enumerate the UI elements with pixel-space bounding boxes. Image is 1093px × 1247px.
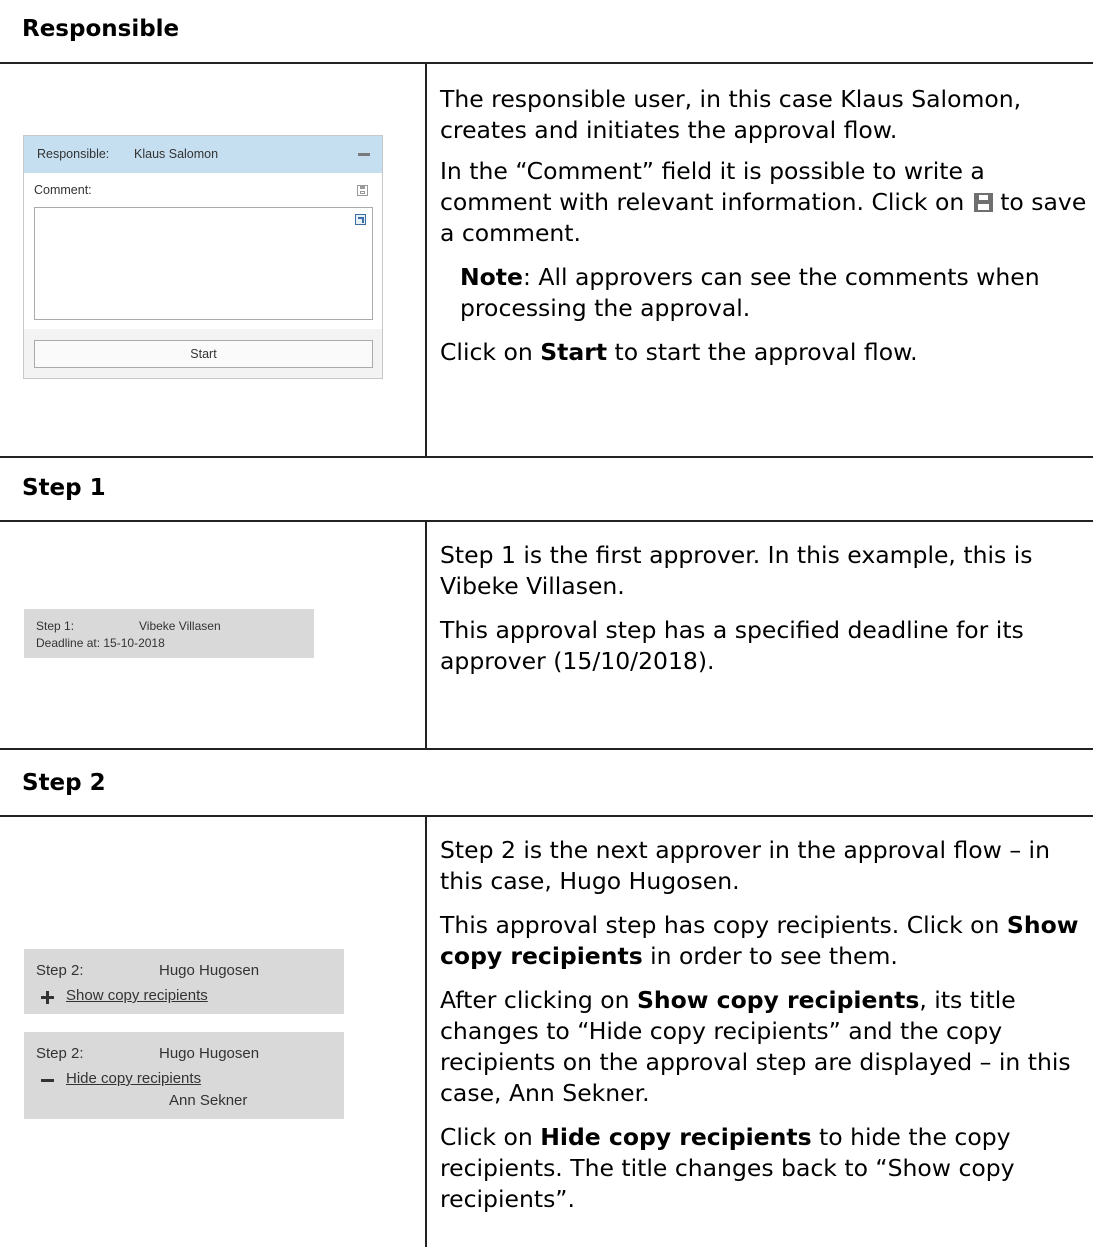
copy-recipient: Ann Sekner (169, 1092, 248, 1109)
text: In the “Comment” field it is possible to… (440, 157, 985, 216)
save-icon[interactable] (357, 185, 368, 196)
step1-desc-p2: This approval step has a specified deadl… (440, 616, 1024, 675)
text: This approval step has copy recipients. … (440, 911, 1007, 939)
step2-desc-p2: This approval step has copy recipients. … (440, 910, 1088, 972)
bold-text: Show copy recipients (636, 986, 920, 1014)
save-icon (973, 193, 993, 212)
step2-panel-expanded: Step 2: Hugo Hugosen Hide copy recipient… (24, 1032, 344, 1119)
step2-desc-p3: After clicking on Show copy recipients, … (440, 985, 1088, 1109)
step1-description: Step 1 is the first approver. In this ex… (440, 540, 1088, 677)
responsible-panel: Responsible: Klaus Salomon Comment: Star… (23, 135, 383, 379)
minus-icon[interactable] (41, 1079, 54, 1082)
divider (0, 520, 1093, 522)
column-divider (425, 815, 427, 1247)
step2-desc-p1: Step 2 is the next approver in the appro… (440, 836, 1050, 895)
divider (0, 815, 1093, 817)
bold-text: Start (540, 338, 608, 366)
collapse-minus-icon[interactable] (358, 153, 370, 156)
step1-panel: Step 1: Vibeke Villasen Deadline at: 15-… (24, 609, 314, 658)
divider (0, 62, 1093, 64)
comment-area: Comment: (24, 173, 382, 329)
step2-name: Hugo Hugosen (159, 1045, 260, 1062)
comment-field[interactable] (34, 207, 373, 320)
responsible-label: Responsible: (37, 147, 110, 161)
column-divider (425, 520, 427, 750)
responsible-heading: Responsible (22, 16, 180, 42)
step2-heading: Step 2 (22, 770, 106, 796)
text: Click on (440, 338, 541, 366)
step1-name: Vibeke Villasen (139, 619, 221, 633)
divider (0, 456, 1093, 458)
step1-heading: Step 1 (22, 475, 106, 501)
responsible-desc-p4: Click on Start to start the approval flo… (440, 337, 1088, 368)
responsible-desc-p2: In the “Comment” field it is possible to… (440, 156, 1088, 249)
show-copy-recipients-link[interactable]: Show copy recipients (66, 987, 208, 1004)
text: Click on (440, 1123, 541, 1151)
responsible-description: The responsible user, in this case Klaus… (440, 84, 1088, 368)
step2-label: Step 2: (36, 1045, 84, 1062)
step2-description: Step 2 is the next approver in the appro… (440, 835, 1088, 1215)
note-text: : All approvers can see the comments whe… (460, 263, 1040, 322)
start-button[interactable]: Start (34, 340, 373, 368)
step1-desc-p1: Step 1 is the first approver. In this ex… (440, 541, 1033, 600)
plus-icon[interactable] (41, 991, 54, 1004)
step1-label: Step 1: (36, 619, 75, 633)
step1-deadline: Deadline at: 15-10-2018 (36, 636, 165, 650)
step2-name: Hugo Hugosen (159, 962, 260, 979)
note: Note: All approvers can see the comments… (440, 262, 1088, 324)
divider (0, 748, 1093, 750)
hide-copy-recipients-link[interactable]: Hide copy recipients (66, 1070, 201, 1087)
bold-text: Hide copy recipients (540, 1123, 812, 1151)
text: After clicking on (440, 986, 637, 1014)
step2-panel-collapsed: Step 2: Hugo Hugosen Show copy recipient… (24, 949, 344, 1014)
responsible-desc-p1: The responsible user, in this case Klaus… (440, 85, 1022, 144)
responsible-name: Klaus Salomon (134, 147, 219, 161)
comment-label: Comment: (34, 183, 92, 197)
note-label: Note (460, 263, 523, 291)
responsible-header: Responsible: Klaus Salomon (24, 136, 382, 173)
text: in order to see them. (642, 942, 898, 970)
text: to start the approval flow. (607, 338, 918, 366)
expand-icon[interactable] (355, 214, 366, 225)
column-divider (425, 62, 427, 458)
step2-label: Step 2: (36, 962, 84, 979)
step2-desc-p4: Click on Hide copy recipients to hide th… (440, 1122, 1088, 1215)
